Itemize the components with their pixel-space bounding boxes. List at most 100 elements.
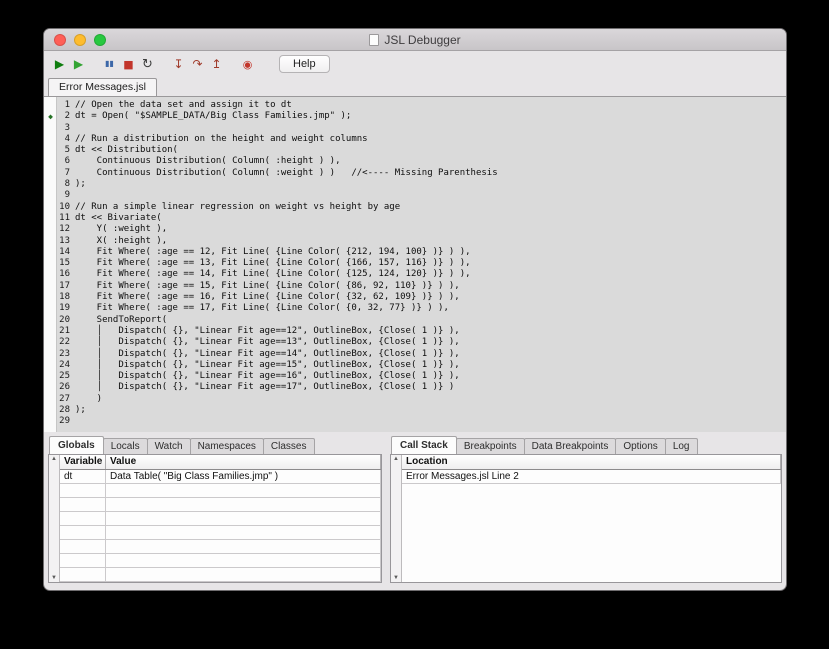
toolbar-separator (226, 64, 238, 65)
toolbar-separator (88, 64, 100, 65)
breakpoint-gutter[interactable] (44, 394, 57, 405)
code-text: ) (75, 393, 103, 404)
code-line: 10 // Run a simple linear regression on w… (44, 202, 786, 213)
titlebar[interactable]: JSL Debugger (44, 29, 786, 51)
help-button[interactable]: Help (279, 55, 330, 73)
code-line: ◆ 2 dt = Open( "$SAMPLE_DATA/Big Class Fam… (44, 111, 786, 122)
breakpoint-gutter[interactable] (44, 190, 57, 201)
breakpoint-gutter[interactable] (44, 247, 57, 258)
table-row[interactable]: dt Data Table( "Big Class Families.jmp" ) (60, 470, 381, 484)
breakpoint-gutter[interactable] (44, 224, 57, 235)
code-text: dt << Distribution( (75, 145, 178, 156)
table-cell (60, 498, 106, 511)
line-number: 27 (59, 393, 70, 404)
continue-button[interactable]: ▶ (69, 54, 88, 74)
breakpoint-gutter[interactable] (44, 315, 57, 326)
code-text: │ Dispatch( {}, "Linear Fit age==13", Ou… (75, 337, 460, 348)
tab-data-breakpoints[interactable]: Data Breakpoints (523, 438, 617, 454)
scroll-down-icon[interactable]: ▼ (393, 575, 399, 581)
code-text: Y( :weight ), (75, 224, 168, 235)
table-cell (60, 512, 106, 525)
breakpoint-gutter[interactable] (44, 134, 57, 145)
tab-namespaces[interactable]: Namespaces (189, 438, 264, 454)
line-number: 26 (59, 382, 70, 393)
breakpoint-gutter[interactable] (44, 337, 57, 348)
code-line: 23 │ Dispatch( {}, "Linear Fit age==14",… (44, 349, 786, 360)
line-number: 10 (59, 201, 70, 212)
table-row[interactable]: Error Messages.jsl Line 2 (402, 470, 781, 484)
play-icon: ▶ (73, 57, 84, 71)
code-line: 3 (44, 123, 786, 134)
breakpoint-gutter[interactable] (44, 100, 57, 111)
breakpoint-gutter[interactable] (44, 269, 57, 280)
code-editor[interactable]: 1 // Open the data set and assign it to d… (44, 97, 786, 432)
tab-breakpoints[interactable]: Breakpoints (455, 438, 525, 454)
stop-button[interactable]: ■ (119, 54, 138, 74)
code-text: // Open the data set and assign it to dt (75, 100, 292, 110)
tab-classes[interactable]: Classes (262, 438, 315, 454)
callstack-scrollbar[interactable]: ▲ ▼ (391, 455, 402, 582)
breakpoint-gutter[interactable] (44, 405, 57, 416)
breakpoint-gutter[interactable] (44, 382, 57, 393)
tab-call-stack[interactable]: Call Stack (391, 436, 457, 454)
code-line: 14 Fit Where( :age == 12, Fit Line( {Lin… (44, 247, 786, 258)
breakpoint-gutter[interactable] (44, 326, 57, 337)
panel-splitter[interactable] (382, 436, 390, 583)
stop-icon: ■ (123, 57, 134, 71)
line-number: 29 (59, 416, 70, 427)
breakpoint-gutter[interactable] (44, 292, 57, 303)
table-cell (106, 568, 381, 581)
line-number: 19 (59, 303, 70, 314)
restart-button[interactable]: ↻ (138, 54, 157, 74)
line-number: 11 (59, 212, 70, 223)
line-number: 14 (59, 246, 70, 257)
code-text: // Run a simple linear regression on wei… (75, 201, 401, 212)
tab-log[interactable]: Log (664, 438, 698, 454)
step-out-button[interactable]: ↥ (207, 54, 226, 74)
table-cell (60, 554, 106, 567)
code-line: 11 dt << Bivariate( (44, 213, 786, 224)
table-cell (60, 526, 106, 539)
tab-watch[interactable]: Watch (146, 438, 191, 454)
jsl-debugger-window: JSL Debugger ▶ ▶ ▮▮ ■ ↻ ↧ ↷ ↥ ◉ Help Error Messa… (43, 28, 787, 591)
breakpoint-gutter[interactable] (44, 145, 57, 156)
tab-error-messages-jsl[interactable]: Error Messages.jsl (48, 78, 157, 96)
table-cell (60, 568, 106, 581)
pause-button[interactable]: ▮▮ (100, 54, 119, 74)
table-cell (106, 498, 381, 511)
breakpoint-gutter[interactable] (44, 202, 57, 213)
breakpoint-gutter[interactable] (44, 349, 57, 360)
breakpoint-gutter[interactable] (44, 123, 57, 134)
table-cell (106, 512, 381, 525)
tab-locals[interactable]: Locals (102, 438, 148, 454)
tab-options[interactable]: Options (615, 438, 666, 454)
step-over-button[interactable]: ↷ (188, 54, 207, 74)
scroll-up-icon[interactable]: ▲ (51, 456, 57, 462)
tab-globals[interactable]: Globals (49, 436, 104, 454)
breakpoint-gutter[interactable] (44, 371, 57, 382)
breakpoint-gutter[interactable] (44, 416, 57, 427)
debug-panels: Globals Locals Watch Namespaces Classes ▲ ▼ … (44, 432, 786, 590)
breakpoint-gutter[interactable] (44, 258, 57, 269)
step-into-button[interactable]: ↧ (169, 54, 188, 74)
right-panel-table: Location Error Messages.jsl Line 2 (402, 455, 781, 582)
scroll-down-icon[interactable]: ▼ (51, 575, 57, 581)
breakpoint-gutter[interactable] (44, 213, 57, 224)
breakpoint-gutter[interactable] (44, 360, 57, 371)
code-line: 20 SendToReport( (44, 315, 786, 326)
breakpoints-button[interactable]: ◉ (238, 54, 257, 74)
breakpoint-gutter[interactable] (44, 236, 57, 247)
breakpoint-gutter[interactable] (44, 168, 57, 179)
breakpoint-gutter[interactable] (44, 156, 57, 167)
scroll-up-icon[interactable]: ▲ (393, 456, 399, 462)
line-number: 24 (59, 359, 70, 370)
table-row-empty (60, 540, 381, 554)
variables-scrollbar[interactable]: ▲ ▼ (49, 455, 60, 582)
breakpoint-gutter[interactable] (44, 281, 57, 292)
breakpoint-gutter[interactable] (44, 303, 57, 314)
line-number: 6 (64, 156, 70, 167)
execution-marker-icon[interactable]: ◆ (44, 111, 57, 122)
run-button[interactable]: ▶ (50, 54, 69, 74)
code-line: 26 │ Dispatch( {}, "Linear Fit age==17",… (44, 382, 786, 393)
breakpoint-gutter[interactable] (44, 179, 57, 190)
